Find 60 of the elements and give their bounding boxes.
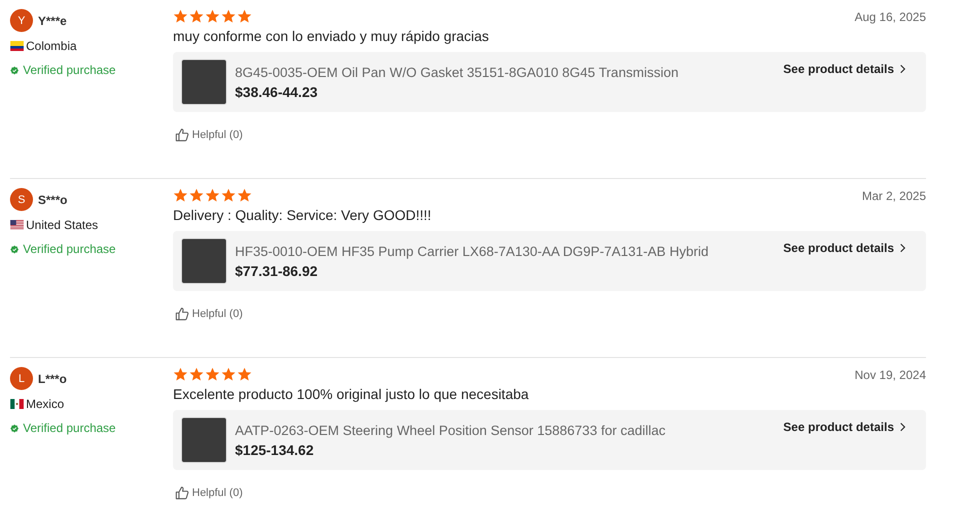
product-price: $38.46-44.23 — [235, 84, 319, 100]
user-name: L***o — [38, 372, 67, 386]
verified-badge-icon — [10, 244, 19, 254]
chevron-right-icon — [899, 422, 906, 432]
star-icon — [173, 9, 188, 24]
star-icon — [189, 188, 204, 203]
star-icon — [221, 188, 236, 203]
photo-placeholder — [181, 238, 227, 284]
review-date: Nov 19, 2024 — [854, 368, 926, 382]
chevron-right-icon — [899, 243, 906, 253]
product-title: HF35-0010-OEM HF35 Pump Carrier LX68-7A130-AA DG9P-7A131-AB Hybrid — [235, 244, 710, 258]
photo-placeholder — [181, 59, 227, 105]
country-name: United States — [26, 218, 98, 232]
review-text: muy conforme con lo enviado y muy rápido gracias — [173, 28, 490, 44]
user-name: Y***e — [38, 14, 67, 28]
star-icon — [173, 188, 188, 203]
verified-badge-icon — [10, 424, 19, 432]
chevron-right-icon — [899, 64, 906, 74]
verified-label: Verified purchase — [23, 242, 116, 256]
product-title: AATP-0263-OEM Steering Wheel Position Sensor 15886733 for cadillac — [235, 422, 666, 438]
review-text: Excelente producto 100% original justo lo que necesitaba — [173, 386, 530, 402]
see-product-details-link[interactable]: See product details — [783, 62, 906, 76]
thumbs-up-icon — [175, 128, 189, 142]
country-name: Mexico — [26, 397, 64, 411]
star-icon — [189, 9, 204, 24]
review-text: Delivery : Quality: Service: Very GOOD!!!! — [173, 207, 432, 223]
review-date: Aug 16, 2025 — [854, 10, 926, 24]
verified-label: Verified purchase — [23, 421, 116, 435]
product-title: 8G45-0035-OEM Oil Pan W/O Gasket 35151-8GA010 8G45 Transmission — [235, 64, 680, 80]
star-icon — [205, 9, 220, 24]
photo-placeholder — [181, 417, 227, 463]
star-icon — [205, 367, 220, 382]
see-product-details-link[interactable]: See product details — [783, 241, 906, 255]
avatar: Y — [10, 9, 33, 32]
star-icon — [221, 367, 236, 382]
helpful-button[interactable]: Helpful (0) — [173, 486, 245, 500]
star-icon — [173, 367, 188, 382]
star-icon — [205, 188, 220, 203]
helpful-button[interactable]: Helpful (0) — [173, 307, 245, 321]
star-icon — [221, 9, 236, 24]
star-icon — [189, 367, 204, 382]
review-date: Mar 2, 2025 — [862, 188, 926, 202]
thumbs-up-icon — [175, 307, 189, 321]
verified-label: Verified purchase — [23, 63, 116, 77]
star-icon — [237, 188, 252, 203]
avatar: S — [10, 188, 33, 211]
user-name: S***o — [38, 192, 68, 206]
flag-icon — [10, 220, 24, 230]
verified-badge-icon — [10, 66, 19, 74]
flag-icon — [10, 399, 24, 409]
country-name: Colombia — [26, 39, 77, 53]
helpful-button[interactable]: Helpful (0) — [173, 128, 245, 142]
flag-icon — [10, 41, 24, 51]
thumbs-up-icon — [175, 486, 189, 500]
star-icon — [237, 367, 252, 382]
product-price: $77.31-86.92 — [235, 262, 319, 278]
product-price: $125-134.62 — [235, 442, 315, 458]
avatar: L — [10, 367, 33, 390]
see-product-details-link[interactable]: See product details — [783, 420, 906, 434]
star-icon — [237, 9, 252, 24]
